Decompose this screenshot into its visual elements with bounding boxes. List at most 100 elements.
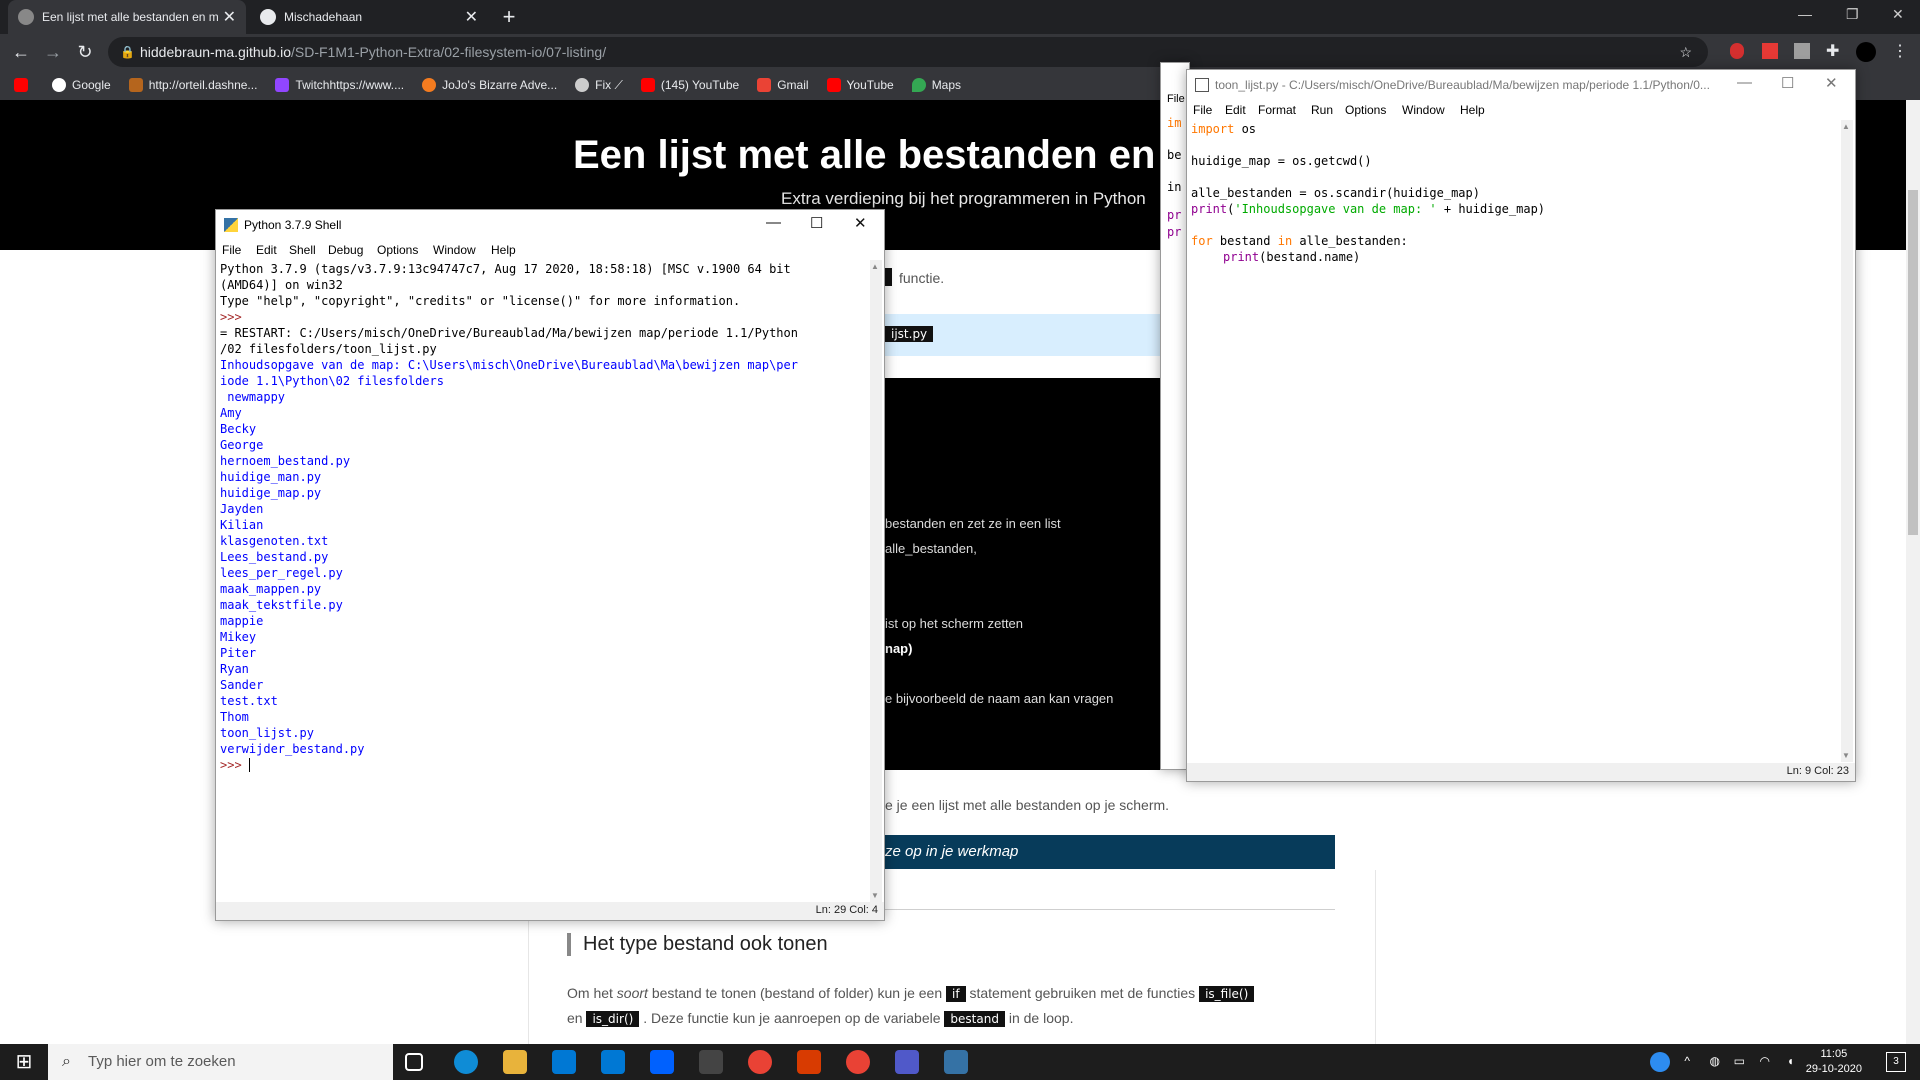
text-cursor: ​ [248,758,250,772]
vertical-scrollbar[interactable]: ▲ ▼ [1841,120,1853,762]
clock-time: 11:05 [1820,1048,1848,1060]
menu-help[interactable]: Help [491,243,516,257]
chrome-icon[interactable] [846,1050,870,1074]
mail-icon[interactable] [601,1050,625,1074]
volume-icon[interactable]: ◖ [1787,1054,1794,1068]
shell-line: Python 3.7.9 (tags/v3.7.9:13c94747c7, Au… [220,262,791,276]
bookmark-item[interactable]: JoJo's Bizarre Adve... [422,78,557,92]
menu-file[interactable]: File [222,243,241,257]
shell-output-line: Ryan [220,662,249,676]
dropbox-icon[interactable] [650,1050,674,1074]
vertical-scrollbar[interactable]: ▲ ▼ [870,260,882,902]
scroll-up-icon[interactable]: ▲ [871,262,879,271]
new-tab-button[interactable]: + [498,6,520,28]
page-title: Een lijst met alle bestanden en ma [573,133,1225,177]
teams-icon[interactable] [895,1050,919,1074]
close-icon[interactable]: ✕ [1825,74,1838,92]
editor-window[interactable]: toon_lijst.py - C:/Users/misch/OneDrive/… [1186,69,1856,782]
tab-close-icon[interactable]: ✕ [223,7,236,27]
maximize-icon[interactable]: ☐ [810,214,823,232]
python-shell-window[interactable]: Python 3.7.9 Shell — ☐ ✕ File Edit Shell… [215,209,885,921]
bookmark-item[interactable]: http://orteil.dashne... [128,78,257,92]
network-icon[interactable]: ◍ [1710,1054,1720,1068]
highlight-text: ze op in je werkmap [885,843,1019,860]
minimize-icon[interactable]: — [1798,6,1812,22]
shell-output-line: mappie [220,614,264,628]
puzzle-icon[interactable]: ✚ [1826,41,1839,61]
menu-options[interactable]: Options [377,243,418,257]
office-icon[interactable] [797,1050,821,1074]
windows-start-icon[interactable]: ⊞ [0,1044,48,1080]
close-icon[interactable]: ✕ [854,214,867,232]
editor-text-area[interactable]: import os huidige_map = os.getcwd() alle… [1191,121,1545,265]
menu-options[interactable]: Options [1345,103,1386,117]
bookmark-item[interactable]: Twitchhttps://www.... [275,78,404,92]
edge-icon[interactable] [454,1050,478,1074]
wifi-icon[interactable]: ◠ [1760,1054,1770,1068]
highlight-bar: ze op in je werkmap [885,835,1335,869]
chevron-up-icon[interactable]: ^ [1684,1054,1690,1068]
bookmark-item[interactable]: Maps [911,78,961,92]
tab-close-icon[interactable]: ✕ [465,7,478,27]
extension-icon[interactable] [1730,43,1744,59]
tab-active[interactable]: Een lijst met alle bestanden en m ✕ [8,0,246,34]
builtin: print [1223,250,1260,264]
menu-run[interactable]: Run [1311,103,1333,117]
clock[interactable]: 11:05 29-10-2020 [1806,1047,1862,1077]
reload-icon[interactable]: ↻ [74,41,96,63]
close-icon[interactable]: ✕ [1892,6,1904,23]
bookmark-item[interactable] [14,78,34,92]
youtube-icon [640,78,655,92]
shell-input-line[interactable]: >>> ​ [220,757,798,773]
store-icon[interactable] [552,1050,576,1074]
menu-debug[interactable]: Debug [328,243,363,257]
scrollbar-thumb[interactable] [1908,190,1918,535]
minimize-icon[interactable]: — [1737,74,1752,91]
notification-icon[interactable]: 3 [1886,1052,1906,1072]
menu-help[interactable]: Help [1460,103,1485,117]
menu-file[interactable]: File [1193,103,1212,117]
task-view-icon[interactable] [405,1053,423,1071]
bookmark-item[interactable]: (145) YouTube [640,78,739,92]
bookmark-item[interactable]: Google [52,78,111,92]
shell-output-line: Thom [220,710,249,724]
file-explorer-icon[interactable] [503,1050,527,1074]
taskbar-search[interactable]: ⌕ Typ hier om te zoeken [48,1044,393,1080]
forward-icon[interactable]: → [42,41,64,63]
python-icon[interactable] [944,1050,968,1074]
back-icon[interactable]: ← [10,41,32,63]
tab-inactive[interactable]: Mischadehaan ✕ [250,0,488,34]
bookmark-item[interactable]: Gmail [757,78,809,92]
chrome-icon[interactable] [748,1050,772,1074]
battery-icon[interactable]: ▭ [1734,1054,1745,1068]
bookmark-star-icon[interactable]: ☆ [1679,37,1692,67]
extension-icon[interactable] [1794,43,1810,59]
bookmark-item[interactable]: YouTube [826,78,894,92]
menu-edit[interactable]: Edit [256,243,277,257]
scroll-down-icon[interactable]: ▼ [871,891,879,900]
shell-text-area[interactable]: Python 3.7.9 (tags/v3.7.9:13c94747c7, Au… [220,261,798,773]
minimize-icon[interactable]: — [766,214,781,231]
menu-format[interactable]: Format [1258,103,1296,117]
scroll-up-icon[interactable]: ▲ [1842,122,1850,131]
scroll-down-icon[interactable]: ▼ [1842,751,1850,760]
shell-output-line: hernoem_bestand.py [220,454,351,468]
window-titlebar[interactable]: Python 3.7.9 Shell — ☐ ✕ [216,210,884,240]
menu-edit[interactable]: Edit [1225,103,1246,117]
menu-kebab-icon[interactable]: ⋮ [1892,41,1908,61]
menu-window[interactable]: Window [1402,103,1445,117]
shell-output-line: Sander [220,678,264,692]
restore-icon[interactable]: ❐ [1846,6,1859,23]
extension-icon[interactable] [1762,43,1778,59]
maximize-icon[interactable]: ☐ [1781,74,1794,92]
help-icon[interactable] [1650,1052,1670,1072]
address-bar[interactable]: 🔒 hiddebraun-ma.github.io/SD-F1M1-Python… [108,37,1708,67]
avatar[interactable] [1856,42,1876,62]
menu-item[interactable]: File [1167,93,1185,105]
window-titlebar[interactable]: toon_lijst.py - C:/Users/misch/OneDrive/… [1187,70,1855,100]
menu-shell[interactable]: Shell [289,243,316,257]
app-icon[interactable] [699,1050,723,1074]
menu-window[interactable]: Window [433,243,476,257]
bookmark-item[interactable]: Fix ⟋ [575,78,623,93]
page-scrollbar[interactable] [1906,100,1920,1044]
